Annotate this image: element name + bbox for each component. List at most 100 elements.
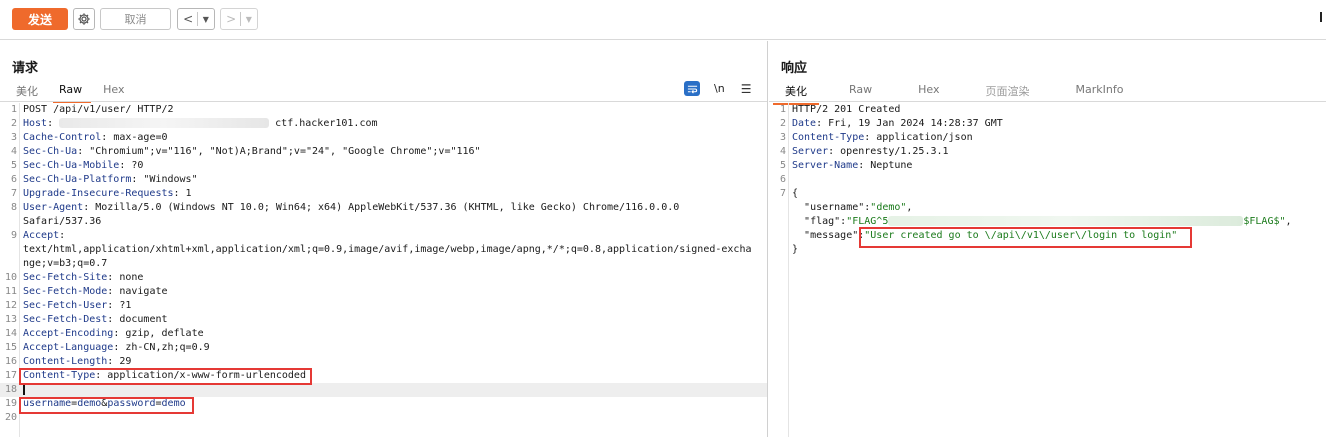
header-key: Server (792, 146, 829, 157)
code-line: 16 Content-Length: 29 (0, 355, 767, 369)
chevron-right-icon: > (226, 12, 237, 26)
request-tools: \n ☰ (684, 81, 751, 96)
header-key: Sec-Fetch-Dest (23, 314, 108, 325)
chevron-down-icon[interactable]: ▼ (246, 15, 252, 24)
code-line: 6 (769, 173, 1326, 187)
header-key: Accept-Encoding (23, 328, 114, 339)
line-number: 8 (10, 202, 17, 213)
json-key: "username" (804, 202, 865, 213)
response-pane: 响应 美化 Raw Hex 页面渲染 MarkInfo 1 HTTP/2 201 Crea… (769, 41, 1326, 437)
forward-button[interactable]: > ▼ (220, 8, 258, 30)
line-content: Server: openresty/1.25.3.1 (792, 145, 949, 159)
redacted-flag (888, 216, 1244, 226)
highlight-message (859, 227, 1192, 248)
gear-icon (78, 13, 90, 25)
header-key: Sec-Ch-Ua-Platform (23, 174, 132, 185)
line-number: 19 (4, 398, 17, 409)
line-content: User-Agent: Mozilla/5.0 (Windows NT 10.0… (23, 201, 679, 215)
line-number: 18 (4, 384, 17, 395)
line-number: 7 (10, 188, 17, 199)
code-line: 15 Accept-Language: zh-CN,zh;q=0.9 (0, 341, 767, 355)
line-number: 16 (4, 356, 17, 367)
text: : 29 (107, 356, 132, 367)
line-content: Safari/537.36 (23, 215, 101, 229)
line-content: Sec-Ch-Ua-Mobile: ?0 (23, 159, 143, 173)
text: { (792, 188, 799, 199)
tab-2[interactable]: Hex (97, 81, 133, 103)
line-content: Sec-Fetch-Mode: navigate (23, 285, 168, 299)
text: POST /api/v1/user/ HTTP/2 (23, 104, 174, 115)
tab-1[interactable]: Raw (53, 81, 92, 103)
json-value: $FLAG$" (1243, 216, 1286, 227)
header-key: Sec-Fetch-Mode (23, 286, 108, 297)
text: : (59, 230, 66, 241)
text: : gzip, deflate (113, 328, 204, 339)
line-number: 5 (10, 160, 17, 171)
line-number: 13 (4, 314, 17, 325)
text: : none (107, 272, 144, 283)
line-number: 10 (4, 272, 17, 283)
menu-icon[interactable]: ☰ (741, 82, 752, 96)
text: : "Chromium";v="116", "Not)A;Brand";v="2… (77, 146, 481, 157)
text: , (1285, 216, 1292, 227)
highlight-content-type (19, 368, 312, 385)
text: , (906, 202, 913, 213)
text: : (47, 118, 60, 129)
text: : ?0 (119, 160, 144, 171)
line-content: Cache-Control: max-age=0 (23, 131, 168, 145)
text: : Fri, 19 Jan 2024 14:28:37 GMT (816, 118, 1003, 129)
word-wrap-button[interactable] (684, 81, 700, 96)
back-button[interactable]: < ▼ (177, 8, 215, 30)
line-content: Sec-Fetch-User: ?1 (23, 299, 131, 313)
line-number: 1 (779, 104, 786, 115)
text: : navigate (107, 286, 168, 297)
redacted-host (59, 118, 270, 128)
code-line: 14 Accept-Encoding: gzip, deflate (0, 327, 767, 341)
code-line: 9 Accept: (0, 229, 767, 243)
text: : max-age=0 (101, 132, 168, 143)
text: : Mozilla/5.0 (Windows NT 10.0; Win64; x… (83, 202, 680, 213)
code-line: 7 Upgrade-Insecure-Requests: 1 (0, 187, 767, 201)
line-number: 4 (779, 146, 786, 157)
chevron-left-icon: < (183, 12, 194, 26)
code-line: 6 Sec-Ch-Ua-Platform: "Windows" (0, 173, 767, 187)
code-line: 12 Sec-Fetch-User: ?1 (0, 299, 767, 313)
line-content: } (792, 243, 798, 257)
line-number: 17 (4, 370, 17, 381)
text: text/html,application/xhtml+xml,applicat… (23, 244, 752, 255)
text: : document (107, 314, 168, 325)
line-number: 6 (779, 174, 786, 185)
request-tabs: 美化 Raw Hex (10, 81, 140, 103)
send-button[interactable]: 发送 (12, 8, 68, 30)
line-content: Sec-Fetch-Dest: document (23, 313, 168, 327)
text: HTTP/2 201 Created (792, 104, 901, 115)
text: : 1 (173, 188, 192, 199)
header-key: Content-Length (23, 356, 108, 367)
header-key: Server-Name (792, 160, 859, 171)
cancel-button[interactable]: 取消 (100, 8, 171, 30)
header-key: Accept-Language (23, 342, 114, 353)
line-content: nge;v=b3;q=0.7 (23, 257, 107, 271)
newline-toggle[interactable]: \n (714, 82, 725, 95)
text: : ?1 (107, 300, 132, 311)
code-line: 5 Server-Name: Neptune (769, 159, 1326, 173)
line-number: 20 (4, 412, 17, 423)
json-key: "message" (804, 230, 859, 241)
tab-0[interactable]: 美化 (10, 81, 47, 103)
code-line: 13 Sec-Fetch-Dest: document (0, 313, 767, 327)
line-content: { (792, 187, 798, 201)
chevron-down-icon[interactable]: ▼ (203, 15, 209, 24)
code-line: nge;v=b3;q=0.7 (0, 257, 767, 271)
header-key: Date (792, 118, 817, 129)
settings-button[interactable] (73, 8, 95, 30)
code-line: 10 Sec-Fetch-Site: none (0, 271, 767, 285)
text: : application/json (864, 132, 973, 143)
response-title: 响应 (781, 61, 808, 76)
header-key: Sec-Ch-Ua-Mobile (23, 160, 120, 171)
request-title: 请求 (12, 61, 39, 76)
text: : zh-CN,zh;q=0.9 (113, 342, 210, 353)
line-number: 7 (779, 188, 786, 199)
resize-handle[interactable] (1320, 12, 1322, 22)
